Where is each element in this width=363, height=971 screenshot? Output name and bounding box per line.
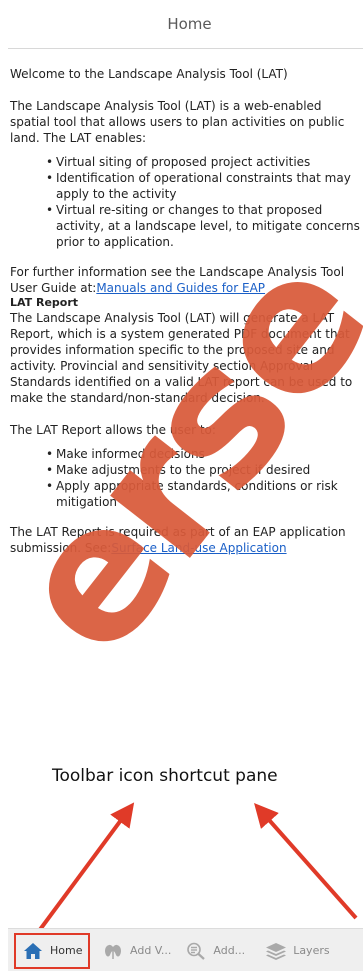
required-text: The LAT Report is required as part of an… [10, 524, 360, 556]
arrow-to-toolbar [254, 803, 358, 920]
home-icon [22, 941, 44, 961]
list-item: Identification of operational constraint… [46, 170, 360, 202]
toolbar-add-label: Add... [213, 944, 246, 957]
toolbar-layers-button[interactable]: Layers [265, 933, 330, 969]
annotation-label: Toolbar icon shortcut pane [52, 766, 278, 786]
lat-report-description: The Landscape Analysis Tool (LAT) will g… [10, 311, 353, 405]
toolbar-home-label: Home [50, 944, 83, 957]
enables-list: Virtual siting of proposed project activ… [10, 154, 360, 250]
home-content: Welcome to the Landscape Analysis Tool (… [10, 66, 360, 556]
toolbar-shortcut-pane: Home Add V... Add... Layers [8, 928, 363, 971]
welcome-text: Welcome to the Landscape Analysis Tool (… [10, 67, 288, 81]
magnifier-add-icon [185, 941, 207, 961]
page-title: Home [167, 15, 212, 33]
manuals-guides-link[interactable]: Manuals and Guides for EAP [96, 281, 265, 295]
intro-text: The Landscape Analysis Tool (LAT) is a w… [10, 99, 345, 145]
toolbar-add-button[interactable]: Add... [185, 933, 245, 969]
arrow-to-home [34, 802, 135, 937]
list-item: Make informed decisions [46, 446, 360, 462]
toolbar-add-v-label: Add V... [130, 944, 172, 957]
lat-report-heading: LAT Report [10, 296, 79, 309]
allows-list: Make informed decisions Make adjustments… [10, 446, 360, 510]
toolbar-add-v-button[interactable]: Add V... [102, 933, 171, 969]
layers-icon [265, 941, 287, 961]
allows-intro-text: The LAT Report allows the user to: [10, 423, 216, 437]
add-v-icon [102, 941, 124, 961]
surface-land-use-link[interactable]: Surface Land-use Application [111, 541, 286, 555]
toolbar-home-button[interactable]: Home [14, 932, 90, 969]
panel-header: Home [8, 0, 363, 49]
home-panel: Home Welcome to the Landscape Analysis T… [0, 0, 363, 971]
list-item: Virtual siting of proposed project activ… [46, 154, 360, 170]
toolbar-layers-label: Layers [293, 944, 330, 957]
list-item: Apply appropriate standards, conditions … [46, 478, 360, 510]
further-info-text: For further information see the Landscap… [10, 264, 360, 296]
list-item: Virtual re-siting or changes to that pro… [46, 202, 360, 250]
list-item: Make adjustments to the project if desir… [46, 462, 360, 478]
